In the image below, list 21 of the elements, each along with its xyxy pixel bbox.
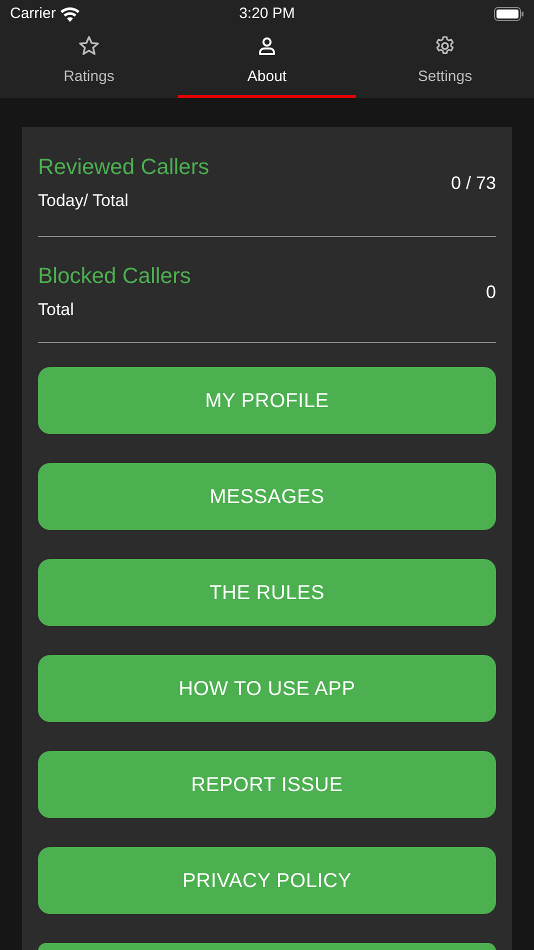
menu-button[interactable]: REPORT ISSUE (38, 751, 496, 818)
tab[interactable]: Ratings (0, 28, 178, 98)
battery-icon (494, 7, 524, 21)
menu-button[interactable]: MY PROFILE (38, 367, 496, 434)
menu-button[interactable]: PRIVACY POLICY (38, 847, 496, 914)
time-label: 3:20 PM (239, 4, 295, 24)
stat-value: 0 / 73 (450, 172, 496, 195)
tab[interactable]: About (178, 28, 356, 98)
partial-button[interactable] (38, 943, 496, 950)
star-icon (77, 34, 101, 58)
menu-button[interactable]: MESSAGES (38, 463, 496, 530)
stat-subtitle: Today/ Total (38, 190, 130, 212)
stat-title: Reviewed Callers (38, 154, 210, 180)
tab[interactable]: Settings (356, 28, 534, 98)
wifi-icon (60, 6, 80, 22)
stat-value: 0 (486, 281, 496, 304)
carrier-label: Carrier (10, 4, 56, 24)
stat-title: Blocked Callers (38, 262, 191, 289)
menu-button[interactable]: THE RULES (38, 559, 496, 626)
stat-subtitle: Total (38, 298, 75, 321)
menu-button[interactable]: HOW TO USE APP (38, 655, 496, 722)
